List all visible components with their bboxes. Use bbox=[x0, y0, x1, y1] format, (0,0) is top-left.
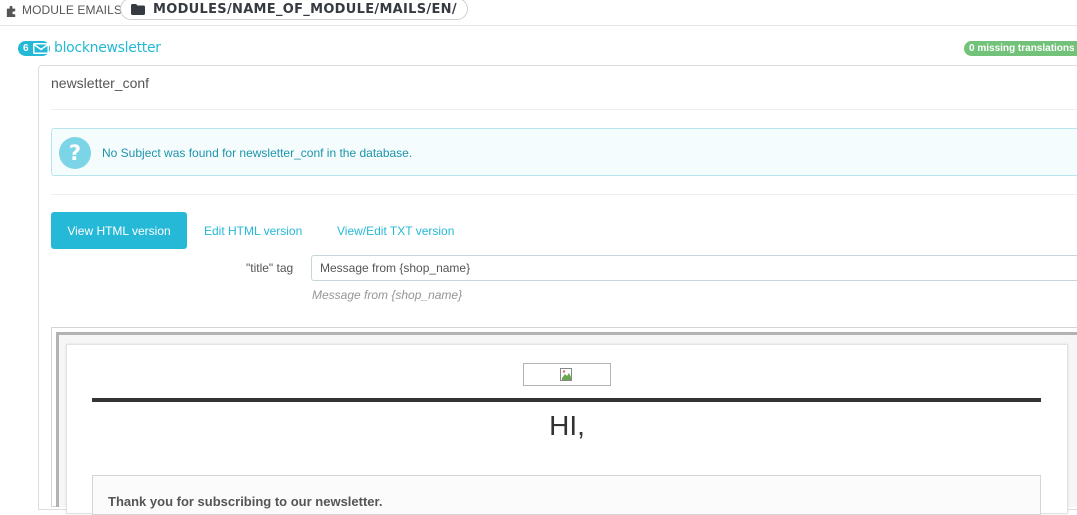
title-tag-label: "title" tag bbox=[246, 261, 294, 275]
tab-edit-txt[interactable]: View/Edit TXT version bbox=[337, 224, 454, 238]
tab-edit-html[interactable]: Edit HTML version bbox=[204, 224, 302, 238]
email-count: 6 bbox=[23, 43, 29, 54]
divider bbox=[51, 109, 1077, 110]
mail-template-name: newsletter_conf bbox=[51, 75, 150, 91]
module-emails-heading: MODULE EMAILS bbox=[5, 2, 122, 18]
email-divider bbox=[92, 398, 1041, 402]
title-tag-help: Message from {shop_name} bbox=[312, 288, 463, 302]
broken-image-icon bbox=[560, 368, 572, 381]
divider bbox=[51, 194, 1077, 195]
module-row[interactable]: 6 blocknewsletter 0 missing translations bbox=[18, 38, 1077, 60]
module-emails-label: MODULE EMAILS bbox=[22, 3, 122, 17]
email-message-box: Thank you for subscribing to our newslet… bbox=[92, 475, 1041, 515]
path-breadcrumb: MODULES/NAME_OF_MODULE/MAILS/EN/ bbox=[120, 0, 468, 20]
envelope-icon bbox=[32, 43, 49, 54]
shop-logo-image bbox=[523, 363, 611, 386]
path-text: MODULES/NAME_OF_MODULE/MAILS/EN/ bbox=[153, 1, 457, 17]
question-icon: ? bbox=[59, 137, 91, 169]
info-alert: ? No Subject was found for newsletter_co… bbox=[51, 128, 1077, 176]
title-tag-input[interactable]: Message from {shop_name} bbox=[311, 255, 1077, 281]
missing-translations-badge: 0 missing translations bbox=[964, 41, 1077, 56]
email-greeting: HI, bbox=[549, 410, 585, 441]
folder-icon bbox=[131, 3, 145, 15]
alert-message: No Subject was found for newsletter_conf… bbox=[102, 146, 413, 160]
tab-view-html[interactable]: View HTML version bbox=[51, 212, 187, 249]
puzzle-icon bbox=[6, 5, 16, 17]
email-message: Thank you for subscribing to our newslet… bbox=[108, 494, 383, 509]
top-bar: MODULE EMAILS MODULES/NAME_OF_MODULE/MAI… bbox=[0, 0, 1077, 26]
email-count-badge: 6 bbox=[18, 41, 50, 56]
module-name-link[interactable]: blocknewsletter bbox=[54, 40, 161, 56]
